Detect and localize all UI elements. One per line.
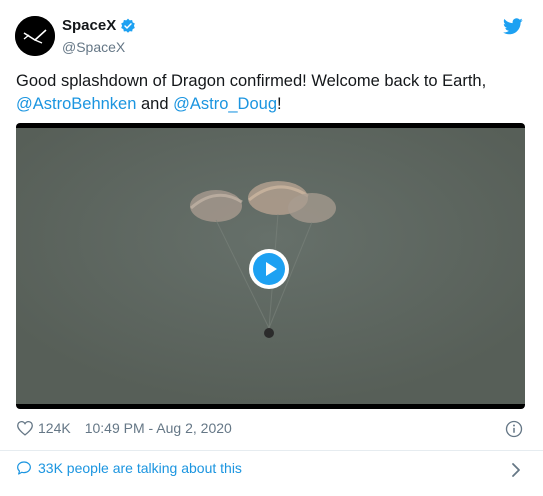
tweet-text-part: ! bbox=[277, 95, 282, 113]
spacex-logo-icon bbox=[15, 16, 55, 56]
timestamp[interactable]: 10:49 PM - Aug 2, 2020 bbox=[85, 420, 232, 436]
tweet-text: Good splashdown of Dragon confirmed! Wel… bbox=[16, 70, 526, 116]
mention-astro-doug[interactable]: @Astro_Doug bbox=[173, 95, 277, 113]
verified-icon bbox=[121, 18, 136, 33]
author-handle[interactable]: @SpaceX bbox=[62, 39, 125, 55]
play-button[interactable] bbox=[249, 249, 289, 289]
mention-astrobehnken[interactable]: @AstroBehnken bbox=[16, 95, 136, 113]
play-icon bbox=[253, 253, 285, 285]
like-count[interactable]: 124K bbox=[38, 420, 71, 436]
display-name[interactable]: SpaceX bbox=[62, 17, 116, 34]
twitter-bird-icon[interactable] bbox=[503, 18, 523, 35]
conversation-link[interactable]: 33K people are talking about this bbox=[16, 460, 242, 476]
divider bbox=[0, 450, 543, 451]
conversation-label[interactable]: 33K people are talking about this bbox=[38, 460, 242, 476]
video-frame[interactable] bbox=[16, 128, 525, 404]
avatar[interactable] bbox=[15, 16, 55, 56]
play-triangle bbox=[266, 262, 277, 276]
heart-icon[interactable] bbox=[16, 420, 34, 436]
tweet-text-part: Good splashdown of Dragon confirmed! Wel… bbox=[16, 72, 487, 90]
chevron-right-icon[interactable] bbox=[511, 462, 521, 478]
video-player[interactable] bbox=[16, 123, 525, 409]
speech-bubble-icon bbox=[17, 461, 31, 475]
tweet-text-part: and bbox=[136, 95, 174, 113]
tweet-meta: 124K 10:49 PM - Aug 2, 2020 bbox=[16, 420, 232, 436]
tweet-card: SpaceX @SpaceX Good splashdown of Dragon… bbox=[0, 0, 543, 496]
author-name-row[interactable]: SpaceX bbox=[62, 17, 136, 34]
info-icon[interactable] bbox=[505, 420, 523, 438]
